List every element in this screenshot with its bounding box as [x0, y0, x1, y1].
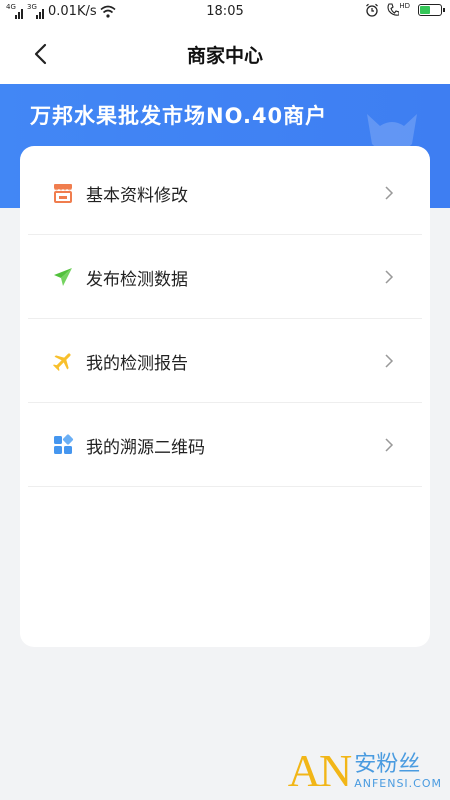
shop-icon — [54, 184, 72, 203]
menu-item-my-test-reports[interactable]: 我的检测报告 — [28, 318, 422, 403]
page-title: 商家中心 — [186, 45, 263, 67]
chevron-right-icon — [385, 354, 394, 368]
menu-item-label: 发布检测数据 — [86, 270, 188, 290]
watermark-cn: 安粉丝 — [354, 752, 421, 777]
menu-item-label: 基本资料修改 — [86, 186, 188, 206]
battery-fill — [420, 6, 430, 14]
qr-code-icon — [54, 434, 74, 454]
chevron-right-icon — [385, 186, 394, 200]
menu-item-label: 我的溯源二维码 — [86, 438, 205, 458]
hd-call-icon — [387, 3, 400, 16]
battery-icon — [418, 4, 445, 16]
chevron-right-icon — [385, 270, 394, 284]
chevron-right-icon — [385, 438, 394, 452]
merchant-name: 万邦水果批发市场NO.40商户 — [30, 104, 328, 128]
airplane-icon — [53, 353, 71, 371]
watermark-en: ANFENSI.COM — [354, 777, 442, 790]
hd-label: HD — [399, 2, 410, 10]
status-bar: 4G 3G 0.01K/s 18:05 HD — [0, 0, 450, 24]
menu-item-publish-test-data[interactable]: 发布检测数据 — [28, 234, 422, 319]
status-right: HD — [365, 2, 445, 17]
menu-item-profile-edit[interactable]: 基本资料修改 — [28, 150, 422, 235]
watermark-logo: AN — [287, 745, 352, 796]
nav-bar: 商家中心 — [0, 24, 450, 84]
menu-card: 基本资料修改 发布检测数据 我的检测报告 我的溯源二维码 — [20, 146, 430, 647]
menu-item-my-trace-qr-code[interactable]: 我的溯源二维码 — [28, 402, 422, 487]
alarm-icon — [366, 3, 379, 17]
menu-item-label: 我的检测报告 — [86, 354, 188, 374]
paper-plane-icon — [54, 268, 72, 286]
watermark: AN 安粉丝 ANFENSI.COM — [288, 748, 442, 794]
